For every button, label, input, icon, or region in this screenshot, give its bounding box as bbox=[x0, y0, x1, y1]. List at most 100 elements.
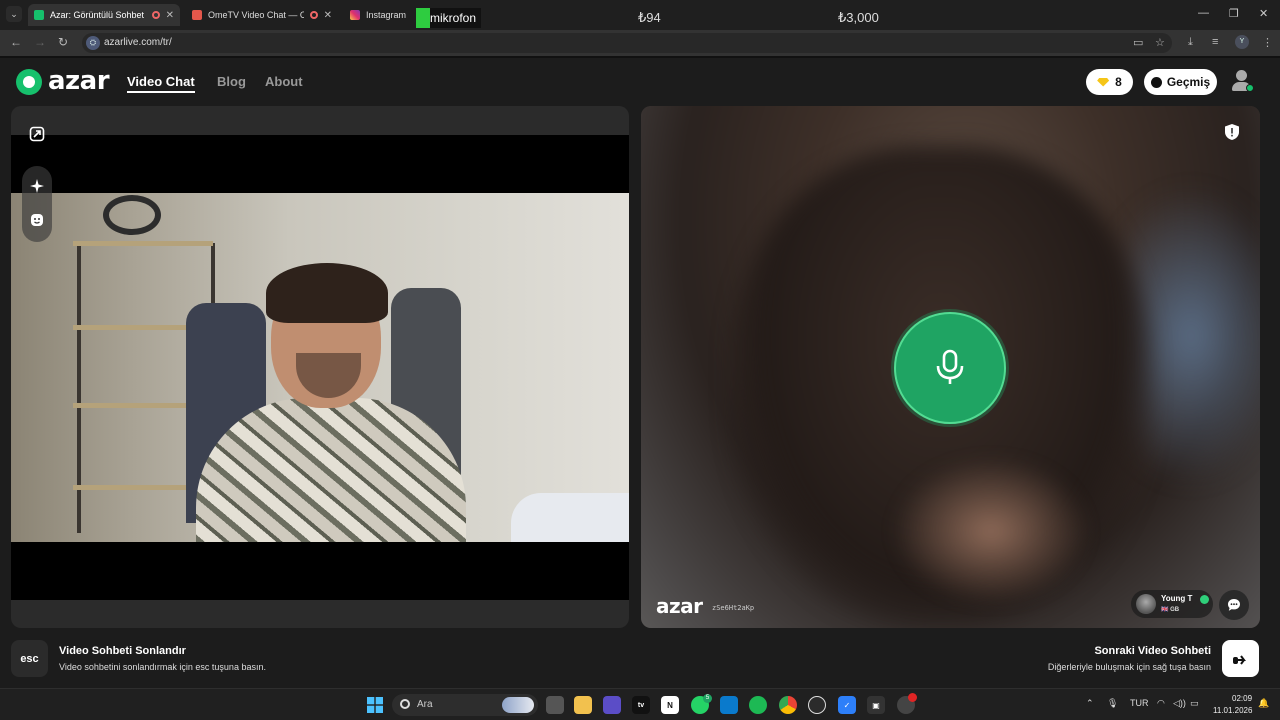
tab-azar[interactable]: Azar: Görüntülü Sohbet & V ✕ bbox=[28, 4, 180, 26]
partner-country: 🇬🇧 GB bbox=[1161, 607, 1180, 613]
maximize-icon[interactable]: ❐ bbox=[1229, 7, 1239, 20]
gem-count: 8 bbox=[1115, 75, 1122, 89]
history-label: Geçmiş bbox=[1166, 75, 1211, 89]
user-profile-icon[interactable] bbox=[1231, 69, 1254, 93]
browser-menu-icon[interactable]: ⋮ bbox=[1262, 36, 1273, 49]
ometv-favicon-icon bbox=[192, 10, 202, 20]
forward-icon[interactable]: → bbox=[34, 35, 46, 49]
swipe-right-hand-icon bbox=[1232, 654, 1246, 665]
end-chat-esc-button[interactable]: esc bbox=[11, 640, 48, 677]
browser-profile-avatar[interactable]: Y bbox=[1235, 35, 1249, 49]
face-filter-icon[interactable] bbox=[22, 205, 52, 235]
tab-title: Azar: Görüntülü Sohbet & V bbox=[50, 10, 146, 20]
reading-list-icon[interactable]: ≡ bbox=[1212, 36, 1218, 48]
nav-video-chat[interactable]: Video Chat bbox=[127, 74, 195, 93]
report-shield-icon[interactable] bbox=[1222, 122, 1242, 142]
history-button[interactable]: Geçmiş bbox=[1144, 69, 1217, 95]
self-video-panel bbox=[11, 106, 629, 628]
taskbar-search[interactable]: Ara bbox=[392, 694, 538, 716]
end-chat-subtitle: Video sohbetini sonlandırmak için esc tu… bbox=[59, 662, 266, 672]
self-camera-feed bbox=[11, 193, 629, 542]
gem-balance-button[interactable]: 8 bbox=[1086, 69, 1133, 95]
chat-bubble-icon bbox=[1228, 599, 1240, 611]
next-chat-subtitle: Diğerleriyle buluşmak için sağ tuşa bası… bbox=[1047, 662, 1211, 672]
microphone-icon bbox=[936, 349, 964, 384]
partner-video-panel: azar zSe6Ht2aKp Young T 🇬🇧 GB bbox=[641, 106, 1260, 628]
clock-time[interactable]: 02:09 bbox=[1232, 694, 1252, 703]
notion-icon[interactable]: N bbox=[661, 696, 679, 714]
azar-logo-icon[interactable] bbox=[16, 69, 42, 95]
next-chat-title: Sonraki Video Sohbeti bbox=[1094, 645, 1211, 657]
mic-label: mikrofon bbox=[430, 11, 477, 25]
partner-name: Young T bbox=[1161, 594, 1193, 603]
close-window-icon[interactable]: ✕ bbox=[1259, 7, 1268, 20]
site-info-icon[interactable]: ⛭ bbox=[86, 36, 100, 50]
tray-microphone-icon[interactable]: 🎙 bbox=[1107, 698, 1118, 709]
chrome-icon[interactable] bbox=[779, 696, 797, 714]
next-chat-button[interactable] bbox=[1222, 640, 1259, 677]
todo-icon[interactable]: ✓ bbox=[838, 696, 856, 714]
steering-wheel bbox=[103, 195, 161, 235]
partner-profile-chip[interactable]: Young T 🇬🇧 GB bbox=[1131, 590, 1213, 618]
chatgpt-icon[interactable] bbox=[808, 696, 826, 714]
sparkle-effects-icon[interactable] bbox=[22, 171, 52, 201]
search-icon bbox=[400, 699, 410, 709]
session-id: zSe6Ht2aKp bbox=[712, 604, 755, 612]
windows-taskbar: Ara tv N 5 ✓ ▣ ⌃ 🎙 TUR ◠ ◁)) ▭ 02:09 11.… bbox=[0, 688, 1280, 720]
clock-icon bbox=[1150, 76, 1162, 88]
instagram-favicon-icon bbox=[350, 10, 360, 20]
spotify-icon[interactable] bbox=[749, 696, 767, 714]
tab-title: OmeTV Video Chat — Ome bbox=[208, 10, 304, 20]
reload-icon[interactable]: ↻ bbox=[58, 35, 68, 49]
url-field[interactable]: ⛭ azarlive.com/tr/ bbox=[82, 33, 1172, 53]
tab-list-button[interactable]: ⌄ bbox=[6, 6, 22, 22]
azar-watermark-logo: azar bbox=[656, 594, 703, 618]
keyboard-hints: esc Video Sohbeti Sonlandır Video sohbet… bbox=[0, 636, 1280, 688]
azar-logo-text[interactable]: azar bbox=[48, 66, 110, 96]
site-header: azar Video Chat Blog About 8 Geçmiş bbox=[0, 58, 1280, 106]
cube-app-icon[interactable]: ▣ bbox=[867, 696, 885, 714]
nav-blog[interactable]: Blog bbox=[217, 74, 246, 89]
verified-badge-icon bbox=[1200, 595, 1209, 604]
input-language[interactable]: TUR bbox=[1130, 698, 1149, 708]
tab-title: Instagram bbox=[366, 10, 407, 20]
close-tab-icon[interactable]: ✕ bbox=[324, 10, 332, 21]
nav-about[interactable]: About bbox=[265, 74, 303, 89]
browser-tab-bar: ⌄ Azar: Görüntülü Sohbet & V ✕ OmeTV Vid… bbox=[0, 0, 1280, 30]
volume-icon[interactable]: ◁)) bbox=[1173, 698, 1186, 709]
whatsapp-badge: 5 bbox=[703, 694, 712, 703]
chat-message-button[interactable] bbox=[1219, 590, 1249, 620]
notification-dot bbox=[908, 693, 917, 702]
cast-icon[interactable]: ▭ bbox=[1133, 36, 1143, 49]
battery-icon[interactable]: ▭ bbox=[1190, 698, 1199, 709]
notifications-bell-icon[interactable]: 🔔 bbox=[1258, 698, 1269, 709]
tab-instagram[interactable]: Instagram bbox=[344, 4, 414, 26]
obs-icon[interactable] bbox=[603, 696, 621, 714]
close-tab-icon[interactable]: ✕ bbox=[166, 10, 174, 21]
overlay-value-1: ₺94 bbox=[638, 10, 661, 25]
video-chat-area: azar zSe6Ht2aKp Young T 🇬🇧 GB esc Video … bbox=[0, 106, 1280, 688]
tab-ometv[interactable]: OmeTV Video Chat — Ome ✕ bbox=[186, 4, 338, 26]
file-explorer-icon[interactable] bbox=[574, 696, 592, 714]
recording-icon bbox=[309, 11, 318, 19]
windows-start-icon[interactable] bbox=[366, 696, 384, 714]
microphone-button[interactable] bbox=[894, 312, 1006, 424]
address-bar-row: ← → ↻ ⛭ azarlive.com/tr/ ▭ ☆ ⤓ ≡ ⋮ bbox=[0, 30, 1280, 56]
back-icon[interactable]: ← bbox=[10, 35, 22, 49]
search-highlight-image bbox=[502, 697, 534, 713]
task-view-icon[interactable] bbox=[546, 696, 564, 714]
end-chat-title: Video Sohbeti Sonlandır bbox=[59, 645, 186, 657]
expand-icon[interactable] bbox=[22, 119, 52, 149]
apple-tv-icon[interactable]: tv bbox=[632, 696, 650, 714]
gem-icon bbox=[1097, 77, 1110, 87]
mic-level-overlay: mikrofon bbox=[416, 8, 482, 28]
wifi-icon[interactable]: ◠ bbox=[1157, 698, 1165, 709]
download-icon[interactable]: ⤓ bbox=[1188, 36, 1193, 49]
minimize-icon[interactable]: — bbox=[1198, 7, 1209, 19]
bookmark-star-icon[interactable]: ☆ bbox=[1155, 36, 1165, 49]
partner-country-code: GB bbox=[1170, 607, 1180, 613]
tray-overflow-icon[interactable]: ⌃ bbox=[1086, 698, 1094, 709]
search-placeholder: Ara bbox=[417, 699, 433, 710]
clock-date[interactable]: 11.01.2026 bbox=[1213, 706, 1252, 715]
vscode-icon[interactable] bbox=[720, 696, 738, 714]
